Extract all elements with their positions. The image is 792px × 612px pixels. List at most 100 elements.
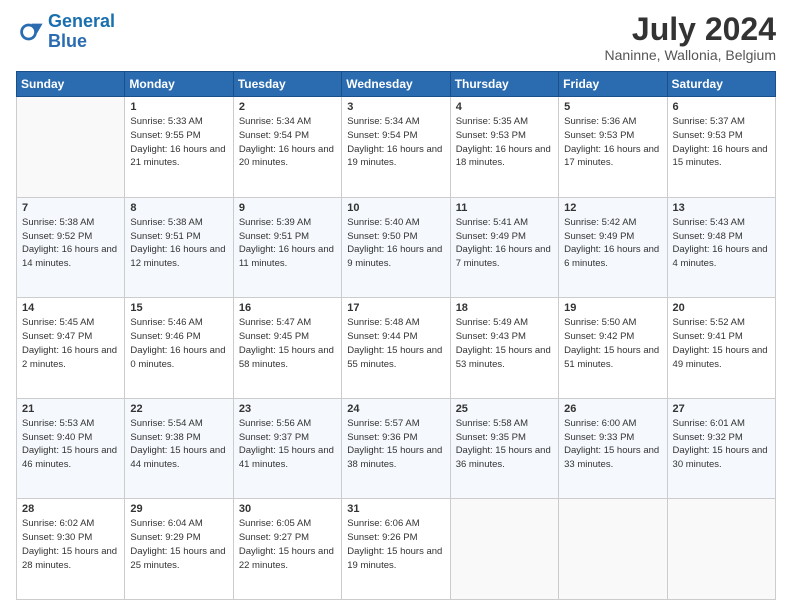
calendar-cell: 20 Sunrise: 5:52 AM Sunset: 9:41 PM Dayli…: [667, 298, 775, 399]
day-number: 16: [239, 302, 336, 314]
calendar-cell: 22 Sunrise: 5:54 AM Sunset: 9:38 PM Dayli…: [125, 398, 233, 499]
calendar-cell: 13 Sunrise: 5:43 AM Sunset: 9:48 PM Dayli…: [667, 197, 775, 298]
calendar-cell: 29 Sunrise: 6:04 AM Sunset: 9:29 PM Dayli…: [125, 499, 233, 600]
calendar-cell: 1 Sunrise: 5:33 AM Sunset: 9:55 PM Daylig…: [125, 97, 233, 198]
calendar-cell: 3 Sunrise: 5:34 AM Sunset: 9:54 PM Daylig…: [342, 97, 450, 198]
calendar-cell: 14 Sunrise: 5:45 AM Sunset: 9:47 PM Dayli…: [17, 298, 125, 399]
calendar-cell: 12 Sunrise: 5:42 AM Sunset: 9:49 PM Dayli…: [559, 197, 667, 298]
calendar-cell: 23 Sunrise: 5:56 AM Sunset: 9:37 PM Dayli…: [233, 398, 341, 499]
calendar-week-2: 7Sunrise: 5:38 AM Sunset: 9:52 PM Daylig…: [17, 197, 776, 298]
calendar-cell: [559, 499, 667, 600]
day-number: 8: [130, 202, 227, 214]
day-info: Sunrise: 6:04 AM Sunset: 9:29 PM Dayligh…: [130, 517, 227, 572]
day-number: 28: [22, 503, 119, 515]
day-info: Sunrise: 5:48 AM Sunset: 9:44 PM Dayligh…: [347, 316, 444, 371]
logo-icon: [16, 18, 44, 46]
day-number: 12: [564, 202, 661, 214]
day-info: Sunrise: 5:42 AM Sunset: 9:49 PM Dayligh…: [564, 216, 661, 271]
day-info: Sunrise: 5:33 AM Sunset: 9:55 PM Dayligh…: [130, 115, 227, 170]
calendar-cell: 15Sunrise: 5:46 AM Sunset: 9:46 PM Dayli…: [125, 298, 233, 399]
day-info: Sunrise: 5:34 AM Sunset: 9:54 PM Dayligh…: [347, 115, 444, 170]
header-row: SundayMondayTuesdayWednesdayThursdayFrid…: [17, 72, 776, 97]
day-number: 18: [456, 302, 553, 314]
calendar-week-5: 28 Sunrise: 6:02 AM Sunset: 9:30 PM Dayli…: [17, 499, 776, 600]
column-header-friday: Friday: [559, 72, 667, 97]
day-number: 5: [564, 101, 661, 113]
column-header-wednesday: Wednesday: [342, 72, 450, 97]
calendar-cell: 7Sunrise: 5:38 AM Sunset: 9:52 PM Daylig…: [17, 197, 125, 298]
day-info: Sunrise: 5:50 AM Sunset: 9:42 PM Dayligh…: [564, 316, 661, 371]
day-number: 1: [130, 101, 227, 113]
calendar-cell: 26 Sunrise: 6:00 AM Sunset: 9:33 PM Dayli…: [559, 398, 667, 499]
column-header-saturday: Saturday: [667, 72, 775, 97]
day-number: 22: [130, 403, 227, 415]
calendar-cell: [667, 499, 775, 600]
day-info: Sunrise: 5:56 AM Sunset: 9:37 PM Dayligh…: [239, 417, 336, 472]
day-number: 23: [239, 403, 336, 415]
day-number: 21: [22, 403, 119, 415]
day-info: Sunrise: 6:06 AM Sunset: 9:26 PM Dayligh…: [347, 517, 444, 572]
calendar-week-1: 1 Sunrise: 5:33 AM Sunset: 9:55 PM Daylig…: [17, 97, 776, 198]
calendar-cell: 16Sunrise: 5:47 AM Sunset: 9:45 PM Dayli…: [233, 298, 341, 399]
day-info: Sunrise: 5:49 AM Sunset: 9:43 PM Dayligh…: [456, 316, 553, 371]
calendar-header: SundayMondayTuesdayWednesdayThursdayFrid…: [17, 72, 776, 97]
day-info: Sunrise: 5:41 AM Sunset: 9:49 PM Dayligh…: [456, 216, 553, 271]
calendar-cell: 19 Sunrise: 5:50 AM Sunset: 9:42 PM Dayli…: [559, 298, 667, 399]
calendar-cell: 4 Sunrise: 5:35 AM Sunset: 9:53 PM Daylig…: [450, 97, 558, 198]
day-number: 3: [347, 101, 444, 113]
day-number: 17: [347, 302, 444, 314]
day-number: 19: [564, 302, 661, 314]
column-header-sunday: Sunday: [17, 72, 125, 97]
calendar-cell: 28 Sunrise: 6:02 AM Sunset: 9:30 PM Dayli…: [17, 499, 125, 600]
calendar-cell: 25Sunrise: 5:58 AM Sunset: 9:35 PM Dayli…: [450, 398, 558, 499]
day-info: Sunrise: 5:45 AM Sunset: 9:47 PM Dayligh…: [22, 316, 119, 371]
subtitle: Naninne, Wallonia, Belgium: [605, 47, 776, 63]
day-info: Sunrise: 5:35 AM Sunset: 9:53 PM Dayligh…: [456, 115, 553, 170]
calendar-cell: 6 Sunrise: 5:37 AM Sunset: 9:53 PM Daylig…: [667, 97, 775, 198]
logo-text: General Blue: [48, 12, 115, 52]
day-info: Sunrise: 5:54 AM Sunset: 9:38 PM Dayligh…: [130, 417, 227, 472]
calendar-cell: [17, 97, 125, 198]
day-info: Sunrise: 6:02 AM Sunset: 9:30 PM Dayligh…: [22, 517, 119, 572]
calendar-cell: 8Sunrise: 5:38 AM Sunset: 9:51 PM Daylig…: [125, 197, 233, 298]
day-number: 30: [239, 503, 336, 515]
day-number: 2: [239, 101, 336, 113]
calendar-cell: 9 Sunrise: 5:39 AM Sunset: 9:51 PM Daylig…: [233, 197, 341, 298]
day-number: 14: [22, 302, 119, 314]
page: General Blue July 2024 Naninne, Wallonia…: [0, 0, 792, 612]
calendar-cell: 24Sunrise: 5:57 AM Sunset: 9:36 PM Dayli…: [342, 398, 450, 499]
day-info: Sunrise: 5:39 AM Sunset: 9:51 PM Dayligh…: [239, 216, 336, 271]
day-info: Sunrise: 5:40 AM Sunset: 9:50 PM Dayligh…: [347, 216, 444, 271]
day-number: 29: [130, 503, 227, 515]
day-number: 6: [673, 101, 770, 113]
column-header-thursday: Thursday: [450, 72, 558, 97]
column-header-monday: Monday: [125, 72, 233, 97]
day-info: Sunrise: 5:46 AM Sunset: 9:46 PM Dayligh…: [130, 316, 227, 371]
day-info: Sunrise: 5:53 AM Sunset: 9:40 PM Dayligh…: [22, 417, 119, 472]
day-number: 7: [22, 202, 119, 214]
day-info: Sunrise: 5:43 AM Sunset: 9:48 PM Dayligh…: [673, 216, 770, 271]
logo: General Blue: [16, 12, 115, 52]
day-number: 26: [564, 403, 661, 415]
day-info: Sunrise: 6:00 AM Sunset: 9:33 PM Dayligh…: [564, 417, 661, 472]
calendar-week-4: 21 Sunrise: 5:53 AM Sunset: 9:40 PM Dayli…: [17, 398, 776, 499]
calendar-cell: 17 Sunrise: 5:48 AM Sunset: 9:44 PM Dayli…: [342, 298, 450, 399]
day-number: 4: [456, 101, 553, 113]
day-info: Sunrise: 6:01 AM Sunset: 9:32 PM Dayligh…: [673, 417, 770, 472]
title-block: July 2024 Naninne, Wallonia, Belgium: [605, 12, 776, 63]
day-info: Sunrise: 5:52 AM Sunset: 9:41 PM Dayligh…: [673, 316, 770, 371]
calendar-cell: 10 Sunrise: 5:40 AM Sunset: 9:50 PM Dayli…: [342, 197, 450, 298]
day-info: Sunrise: 5:37 AM Sunset: 9:53 PM Dayligh…: [673, 115, 770, 170]
day-number: 13: [673, 202, 770, 214]
day-number: 9: [239, 202, 336, 214]
day-number: 25: [456, 403, 553, 415]
day-info: Sunrise: 5:36 AM Sunset: 9:53 PM Dayligh…: [564, 115, 661, 170]
calendar-cell: 11 Sunrise: 5:41 AM Sunset: 9:49 PM Dayli…: [450, 197, 558, 298]
day-number: 24: [347, 403, 444, 415]
calendar-cell: 21 Sunrise: 5:53 AM Sunset: 9:40 PM Dayli…: [17, 398, 125, 499]
day-number: 11: [456, 202, 553, 214]
day-number: 10: [347, 202, 444, 214]
header: General Blue July 2024 Naninne, Wallonia…: [16, 12, 776, 63]
day-number: 31: [347, 503, 444, 515]
day-number: 20: [673, 302, 770, 314]
